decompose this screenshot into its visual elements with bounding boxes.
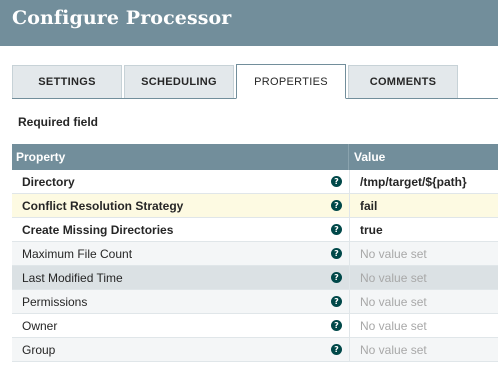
table-row[interactable]: Maximum File Count? No value set — [12, 242, 498, 266]
property-value[interactable]: true — [360, 223, 383, 237]
table-row[interactable]: Create Missing Directories? true — [12, 218, 498, 242]
tab-comments[interactable]: COMMENTS — [348, 65, 458, 98]
property-value[interactable]: fail — [360, 199, 377, 213]
table-row[interactable]: Directory? /tmp/target/${path} — [12, 170, 498, 194]
tab-settings[interactable]: SETTINGS — [12, 65, 122, 98]
required-field-label: Required field — [18, 115, 99, 129]
table-row[interactable]: Last Modified Time? No value set — [12, 266, 498, 290]
column-header-property[interactable]: Property — [16, 150, 65, 164]
table-row[interactable]: Conflict Resolution Strategy? fail — [12, 194, 498, 218]
cell-divider — [349, 194, 350, 218]
property-name: Last Modified Time — [22, 271, 123, 285]
property-value[interactable]: No value set — [360, 343, 427, 357]
property-name: Create Missing Directories — [22, 223, 174, 237]
question-circle-icon[interactable]: ? — [331, 344, 342, 355]
property-value[interactable]: /tmp/target/${path} — [360, 175, 467, 189]
table-header: Property Value — [12, 144, 498, 170]
property-value[interactable]: No value set — [360, 247, 427, 261]
properties-table: Property Value Directory? /tmp/target/${p… — [12, 144, 498, 362]
question-circle-icon[interactable]: ? — [331, 272, 342, 283]
cell-divider — [349, 338, 350, 362]
table-row[interactable]: Owner? No value set — [12, 314, 498, 338]
property-name: Maximum File Count — [22, 247, 133, 261]
cell-divider — [349, 242, 350, 266]
cell-divider — [349, 314, 350, 338]
question-circle-icon[interactable]: ? — [331, 224, 342, 235]
property-name: Owner — [22, 319, 58, 333]
table-row[interactable]: Group? No value set — [12, 338, 498, 362]
property-name: Permissions — [22, 295, 88, 309]
tab-bar: SETTINGS SCHEDULING PROPERTIES COMMENTS — [12, 64, 498, 99]
cell-divider — [349, 266, 350, 290]
cell-divider — [349, 290, 350, 314]
question-circle-icon[interactable]: ? — [331, 248, 342, 259]
tab-properties[interactable]: PROPERTIES — [236, 64, 346, 99]
property-name: Directory — [22, 175, 75, 189]
question-circle-icon[interactable]: ? — [331, 176, 342, 187]
property-name: Group — [22, 343, 56, 357]
property-value[interactable]: No value set — [360, 319, 427, 333]
question-circle-icon[interactable]: ? — [331, 320, 342, 331]
question-circle-icon[interactable]: ? — [331, 296, 342, 307]
column-header-value[interactable]: Value — [354, 150, 385, 164]
property-value[interactable]: No value set — [360, 271, 427, 285]
dialog-title: Configure Processor — [12, 7, 232, 29]
cell-divider — [349, 218, 350, 242]
cell-divider — [349, 170, 350, 194]
property-value[interactable]: No value set — [360, 295, 427, 309]
question-circle-icon[interactable]: ? — [331, 200, 342, 211]
column-divider[interactable] — [348, 144, 349, 170]
table-row[interactable]: Permissions? No value set — [12, 290, 498, 314]
table-body: Directory? /tmp/target/${path} Conflict Re… — [12, 170, 498, 362]
property-name: Conflict Resolution Strategy — [22, 199, 184, 213]
dialog-header: Configure Processor — [0, 0, 498, 46]
tab-scheduling[interactable]: SCHEDULING — [124, 65, 234, 98]
